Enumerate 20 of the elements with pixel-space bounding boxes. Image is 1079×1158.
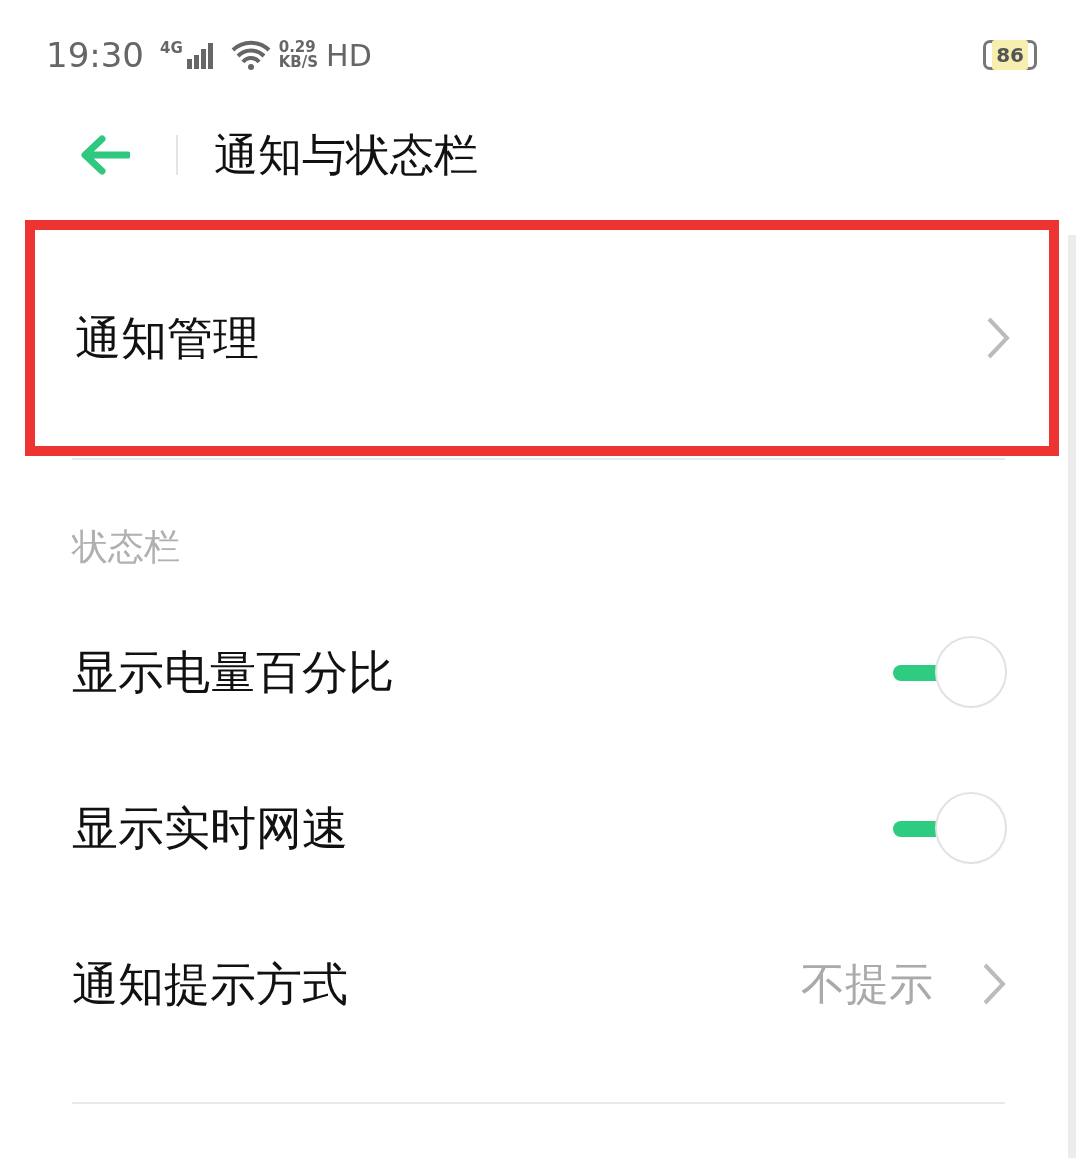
setting-label[interactable]: 通知提示方式: [72, 949, 348, 1019]
chevron-icon: [981, 962, 1007, 1006]
network-type: 4G: [160, 41, 183, 56]
toggle-switch[interactable]: [891, 636, 1007, 708]
setting-value: 不提示: [801, 957, 933, 1011]
setting-label[interactable]: 通知管理: [75, 303, 259, 373]
status-time: 19:30: [46, 33, 144, 77]
setting-label[interactable]: 显示电量百分比: [72, 637, 394, 707]
battery-level: 86: [992, 40, 1028, 70]
setting-label[interactable]: 显示实时网速: [72, 793, 348, 863]
page-title: 通知与状态栏: [214, 128, 478, 182]
speed-unit: KB/S: [278, 55, 319, 70]
signal-icon: [186, 41, 215, 69]
hd-indicator: HD: [326, 36, 372, 75]
back-arrow-icon[interactable]: [80, 135, 130, 175]
chevron-icon: [985, 316, 1011, 360]
section-header: 状态栏: [70, 525, 181, 569]
wifi-icon: [230, 39, 271, 71]
speed-value: 0.29: [278, 40, 316, 55]
toggle-switch[interactable]: [891, 792, 1007, 864]
